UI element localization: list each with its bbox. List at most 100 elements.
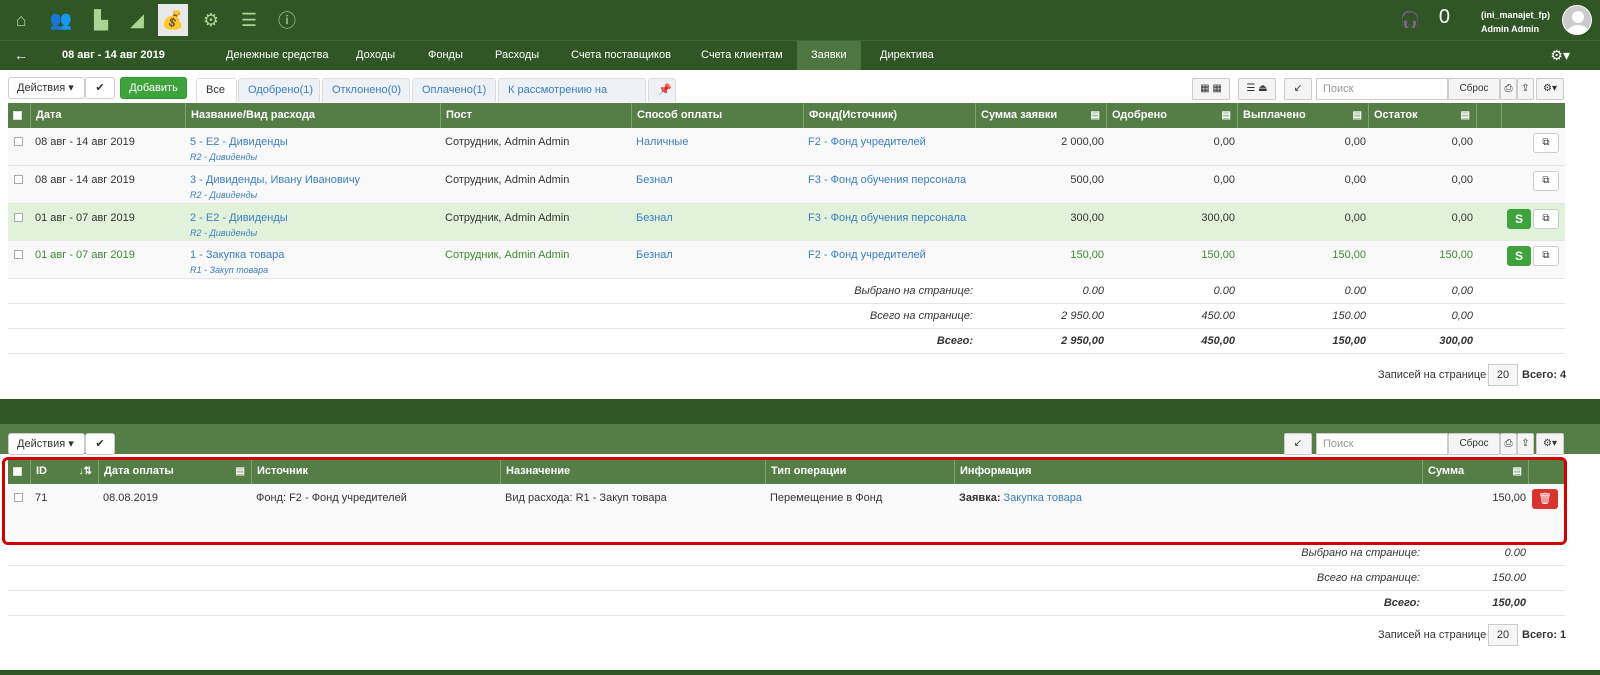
col-amount[interactable]: Сумма заявки ▤ xyxy=(976,103,1107,128)
table-row[interactable]: 08 авг - 14 авг 2019 3 - Дивиденды, Иван… xyxy=(8,166,1565,204)
col-name[interactable]: Название/Вид расхода xyxy=(186,103,441,128)
search-input-2[interactable]: Поиск xyxy=(1316,433,1448,455)
col-info[interactable]: Информация xyxy=(955,459,1423,484)
row-checkbox[interactable] xyxy=(14,135,23,147)
home-icon[interactable]: ⌂ xyxy=(6,4,36,36)
tab-client-invoices[interactable]: Счета клиентам xyxy=(687,41,797,70)
pay-s-button[interactable]: S xyxy=(1507,246,1531,266)
collapse-arrow-icon[interactable]: ↙ xyxy=(1284,78,1312,100)
row-name-link[interactable]: 5 - Е2 - Дивиденды xyxy=(190,136,288,148)
table-row[interactable]: 01 авг - 07 авг 2019 1 - Закупка товара … xyxy=(8,241,1565,279)
back-arrow-icon[interactable]: ← xyxy=(14,47,28,63)
print-icon-2[interactable]: ⎙ xyxy=(1500,433,1517,455)
tab-requests[interactable]: Заявки xyxy=(797,41,861,70)
row-checkbox[interactable] xyxy=(14,173,23,185)
chart-icon[interactable]: ◢ xyxy=(122,4,152,36)
column-menu-icon[interactable]: ▤ xyxy=(1513,459,1522,484)
filter-tab-rejected[interactable]: Отклонено(0) xyxy=(322,78,410,102)
user-info[interactable]: (ini_manajet_fp) Admin Admin xyxy=(1481,5,1550,39)
tab-supplier-invoices[interactable]: Счета поставщиков xyxy=(557,41,685,70)
row-payment[interactable]: Безнал xyxy=(636,174,673,186)
delete-icon[interactable]: 🗑 xyxy=(1532,489,1558,509)
row-fund[interactable]: F3 - Фонд обучения персонала xyxy=(808,174,966,186)
info-icon[interactable]: ⓘ xyxy=(272,4,302,36)
row-name-link[interactable]: 1 - Закупка товара xyxy=(190,249,284,261)
col-payment[interactable]: Способ оплаты xyxy=(632,103,804,128)
row-fund[interactable]: F2 - Фонд учредителей xyxy=(808,136,926,148)
col-purpose[interactable]: Назначение xyxy=(501,459,766,484)
column-menu-icon[interactable]: ▤ xyxy=(1461,103,1470,128)
col-op-type[interactable]: Тип операции xyxy=(766,459,955,484)
avatar[interactable] xyxy=(1562,5,1592,35)
grid-view-icon[interactable]: ▦ ▦ xyxy=(1192,78,1230,100)
col-id[interactable]: ID ↓⇅ xyxy=(31,459,99,484)
page-size-select-2[interactable]: 20 xyxy=(1488,624,1518,646)
page-size-select[interactable]: 20 xyxy=(1488,364,1518,386)
copy-icon[interactable]: ⧉ xyxy=(1533,133,1559,153)
row-fund[interactable]: F3 - Фонд обучения персонала xyxy=(808,212,966,224)
row-checkbox[interactable] xyxy=(14,491,23,503)
column-menu-icon[interactable]: ▤ xyxy=(1353,103,1362,128)
row-payment[interactable]: Безнал xyxy=(636,212,673,224)
row-checkbox[interactable] xyxy=(14,211,23,223)
row-name-link[interactable]: 2 - Е2 - Дивиденды xyxy=(190,212,288,224)
row-checkbox[interactable] xyxy=(14,248,23,260)
col-post[interactable]: Пост xyxy=(441,103,632,128)
tab-income[interactable]: Доходы xyxy=(342,41,409,70)
row-payment[interactable]: Безнал xyxy=(636,249,673,261)
actions-dropdown[interactable]: Действия ▾ xyxy=(8,77,85,99)
filter-tab-review[interactable]: К рассмотрению на ФП(2) xyxy=(498,78,646,118)
search-input[interactable]: Поиск xyxy=(1316,78,1448,100)
select-all-checkbox-2[interactable] xyxy=(8,459,31,484)
tab-expenses[interactable]: Расходы xyxy=(481,41,553,70)
pin-icon[interactable]: 📌 xyxy=(648,78,676,102)
check-icon[interactable]: ✔ xyxy=(85,77,115,99)
list-view-icon[interactable]: ☰ ⏏ xyxy=(1238,78,1276,100)
list-icon[interactable]: ☰ xyxy=(234,4,264,36)
filter-tab-all[interactable]: Все xyxy=(196,78,237,102)
check-icon-2[interactable]: ✔ xyxy=(85,433,115,455)
actions-dropdown-2[interactable]: Действия ▾ xyxy=(8,433,85,455)
export-icon[interactable]: ⇪ xyxy=(1517,78,1534,100)
row-fund[interactable]: F2 - Фонд учредителей xyxy=(808,249,926,261)
settings-gear-icon[interactable]: ⚙▾ xyxy=(1550,47,1570,64)
col-fund[interactable]: Фонд(Источник) xyxy=(804,103,976,128)
col-date[interactable]: Дата xyxy=(31,103,186,128)
headset-icon[interactable]: 🎧 xyxy=(1400,10,1420,30)
add-button[interactable]: Добавить xyxy=(120,77,187,99)
money-bag-icon[interactable]: 💰 xyxy=(158,4,188,36)
column-menu-icon[interactable]: ▤ xyxy=(1091,103,1100,128)
collapse-arrow-icon-2[interactable]: ↙ xyxy=(1284,433,1312,455)
filter-tab-approved[interactable]: Одобрено(1) xyxy=(238,78,320,102)
table-settings-icon[interactable]: ⚙▾ xyxy=(1536,78,1564,100)
select-all-checkbox[interactable] xyxy=(8,103,31,128)
gear-icon[interactable]: ⚙ xyxy=(196,4,226,36)
copy-icon[interactable]: ⧉ xyxy=(1533,246,1559,266)
export-icon-2[interactable]: ⇪ xyxy=(1517,433,1534,455)
copy-icon[interactable]: ⧉ xyxy=(1533,171,1559,191)
col-rest[interactable]: Остаток ▤ xyxy=(1369,103,1477,128)
col-paid[interactable]: Выплачено ▤ xyxy=(1238,103,1369,128)
tab-cash[interactable]: Денежные средства xyxy=(212,41,342,70)
column-menu-icon[interactable]: ▤ xyxy=(1222,103,1231,128)
info-link[interactable]: Закупка товара xyxy=(1004,492,1083,504)
table-row[interactable]: 71 08.08.2019 Фонд: F2 - Фонд учредителе… xyxy=(8,484,1565,539)
table-row[interactable]: 08 авг - 14 авг 2019 5 - Е2 - Дивиденды … xyxy=(8,128,1565,166)
col-source[interactable]: Источник xyxy=(252,459,501,484)
tab-directive[interactable]: Директива xyxy=(866,41,948,70)
tab-funds[interactable]: Фонды xyxy=(414,41,477,70)
sort-icon[interactable]: ↓⇅ xyxy=(79,459,92,484)
reset-button-2[interactable]: Сброс xyxy=(1448,433,1500,455)
row-payment[interactable]: Наличные xyxy=(636,136,688,148)
col-sum[interactable]: Сумма ▤ xyxy=(1423,459,1529,484)
filter-tab-paid[interactable]: Оплачено(1) xyxy=(412,78,496,102)
table-row[interactable]: 01 авг - 07 авг 2019 2 - Е2 - Дивиденды … xyxy=(8,204,1565,241)
col-pay-date[interactable]: Дата оплаты ▤ xyxy=(99,459,252,484)
notification-count[interactable]: 0 xyxy=(1439,6,1450,29)
users-icon[interactable]: 👥 xyxy=(46,4,76,36)
column-menu-icon[interactable]: ▤ xyxy=(236,459,245,484)
copy-icon[interactable]: ⧉ xyxy=(1533,209,1559,229)
table-settings-icon-2[interactable]: ⚙▾ xyxy=(1536,433,1564,455)
row-name-link[interactable]: 3 - Дивиденды, Ивану Ивановичу xyxy=(190,174,360,186)
pay-s-button[interactable]: S xyxy=(1507,209,1531,229)
